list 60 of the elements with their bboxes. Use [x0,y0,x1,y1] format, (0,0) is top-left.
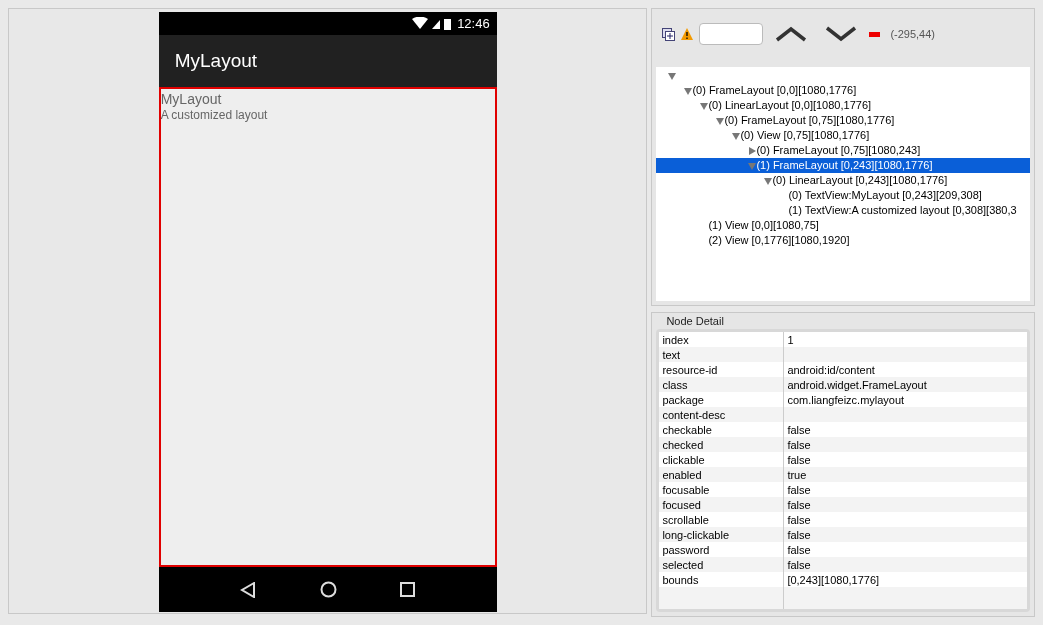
tree-item[interactable]: (1) FrameLayout [0,243][1080,1776] [656,158,1030,173]
coordinates-label: (-295,44) [890,26,935,42]
app-title: MyLayout [174,48,258,73]
expanded-arrow-icon[interactable] [732,131,741,140]
tree-item-label: (0) LinearLayout [0,0][1080,1776] [708,98,872,114]
warning-icon[interactable] [681,28,694,40]
search-field[interactable] [699,23,764,45]
recents-icon[interactable] [400,582,415,597]
back-icon[interactable] [240,581,257,598]
tree-item[interactable]: (0) TextView:MyLayout [0,243][209,308] [656,188,1030,203]
tree-item[interactable]: (0) View [0,75][1080,1776] [656,128,1030,143]
property-value: false [786,483,811,497]
tree-item-label: (0) LinearLayout [0,243][1080,1776] [772,173,948,189]
property-value: false [786,423,811,437]
property-value: 1 [786,333,794,347]
property-value: false [786,438,811,452]
tree-item-label: (0) FrameLayout [0,75][1080,1776] [724,113,895,129]
tree-item[interactable]: (0) FrameLayout [0,0][1080,1776] [656,83,1030,98]
collapsed-arrow-icon[interactable] [748,146,757,155]
expanded-arrow-icon[interactable] [684,86,693,95]
tree-item-label: (0) FrameLayout [0,75][1080,243] [756,143,921,159]
chevron-down-icon [825,26,858,42]
tree-item[interactable]: (0) FrameLayout [0,75][1080,243] [656,143,1030,158]
tree-item-label: (0) View [0,75][1080,1776] [740,128,870,144]
status-time: 12:46 [457,14,490,33]
content-text: A customized layout [160,107,269,123]
tree-item[interactable]: (0) LinearLayout [0,243][1080,1776] [656,173,1030,188]
property-value: android:id/content [786,363,875,377]
property-value: false [786,528,811,542]
tree-item-label: (0) FrameLayout [0,0][1080,1776] [692,83,857,99]
tree-item[interactable]: (0) LinearLayout [0,0][1080,1776] [656,98,1030,113]
expanded-arrow-icon[interactable] [668,71,677,80]
property-value: [0,243][1080,1776] [786,573,880,587]
property-value: com.liangfeizc.mylayout [786,393,905,407]
property-value: true [786,468,807,482]
expanded-arrow-icon[interactable] [764,176,773,185]
property-value: false [786,498,811,512]
tree-item-label: (0) TextView:MyLayout [0,243][209,308] [788,188,982,204]
expanded-arrow-icon[interactable] [700,101,709,110]
tree-item-label: (1) View [0,0][1080,75] [708,218,819,234]
tree-item-label: (1) TextView:A customized layout [0,308][380,3 [788,203,1017,219]
tree-item[interactable]: (2) View [0,1776][1080,1920] [656,233,1030,248]
minus-icon[interactable] [869,31,881,37]
tree-item[interactable]: (1) TextView:A customized layout [0,308][380,3 [656,203,1030,218]
home-icon[interactable] [319,581,337,598]
property-value: android.widget.FrameLayout [786,378,927,392]
property-value: false [786,543,811,557]
status-icons [412,17,453,30]
content-text: MyLayout [160,91,223,107]
property-value: false [786,513,811,527]
chevron-up-icon [775,26,808,42]
tree-item[interactable]: (1) View [0,0][1080,75] [656,218,1030,233]
expanded-arrow-icon[interactable] [716,116,725,125]
tree-item[interactable]: (0) FrameLayout [0,75][1080,1776] [656,113,1030,128]
property-value: false [786,453,811,467]
property-value: false [786,558,811,572]
panel-title: Node Detail [665,314,725,329]
tree-item-label: (2) View [0,1776][1080,1920] [708,233,850,249]
expand-all-icon[interactable] [662,27,676,41]
tree-item-label: (1) FrameLayout [0,243][1080,1776] [756,158,933,174]
